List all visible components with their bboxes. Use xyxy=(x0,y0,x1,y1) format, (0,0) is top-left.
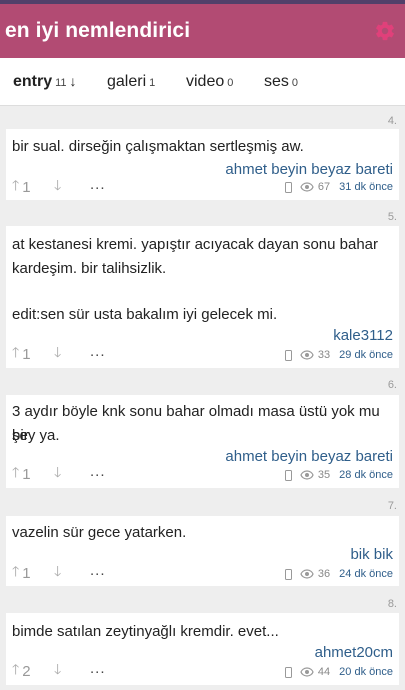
entry-author[interactable]: ahmet beyin beyaz bareti xyxy=(225,448,393,465)
entry-time[interactable]: 20 dk önce xyxy=(339,666,393,678)
tab-galeri-count: 1 xyxy=(149,77,156,89)
upvote-button[interactable]: 🡑 1 xyxy=(12,175,31,199)
more-options-button[interactable]: ... xyxy=(90,562,106,579)
entry-card: bir sual. dirseğin çalışmaktan sertleşmi… xyxy=(6,129,399,200)
more-options-button[interactable]: ... xyxy=(90,660,106,677)
entry-text-line: şey ya. xyxy=(12,427,60,444)
gear-icon[interactable] xyxy=(374,20,396,42)
eye-icon xyxy=(300,470,314,480)
entry-number: 4. xyxy=(387,115,397,127)
arrow-up-icon: 🡑 xyxy=(12,344,20,360)
tab-ses-label: ses xyxy=(264,73,289,90)
entry-card: 3 aydır böyle knk sonu bahar olmadı masa… xyxy=(6,395,399,488)
upvote-button[interactable]: 🡑 1 xyxy=(12,561,31,585)
entry-time[interactable]: 31 dk önce xyxy=(339,181,393,193)
tab-video-count: 0 xyxy=(227,77,234,89)
view-count: 67 xyxy=(317,181,331,193)
downvote-button[interactable]: 🡓 xyxy=(54,659,61,683)
topic-title[interactable]: en iyi nemlendirici xyxy=(5,19,190,43)
arrow-up-icon: 🡑 xyxy=(12,464,20,480)
view-count: 44 xyxy=(317,666,331,678)
tab-ses[interactable]: ses 0 xyxy=(264,73,298,91)
entry-author[interactable]: ahmet beyin beyaz bareti xyxy=(225,161,393,178)
arrow-down-icon[interactable]: ↓ xyxy=(70,73,77,89)
entry-meta: 36 24 dk önce xyxy=(284,568,393,580)
entry-meta: 67 31 dk önce xyxy=(284,181,393,193)
entry-time[interactable]: 24 dk önce xyxy=(339,568,393,580)
more-options-button[interactable]: ... xyxy=(90,176,106,193)
tab-ses-count: 0 xyxy=(291,77,299,89)
arrow-up-icon: 🡑 xyxy=(12,177,20,193)
view-count: 35 xyxy=(317,469,331,481)
upvote-button[interactable]: 🡑 2 xyxy=(12,659,31,683)
entry-text: bir sual. dirseğin çalışmaktan sertleşmi… xyxy=(12,138,304,155)
entry-time[interactable]: 28 dk önce xyxy=(339,469,393,481)
vote-count: 1 xyxy=(22,465,31,483)
mobile-icon xyxy=(284,568,292,580)
entry-text-line: edit:sen sür usta bakalım iyi gelecek mi… xyxy=(12,306,278,323)
tab-galeri[interactable]: galeri 1 xyxy=(107,73,155,91)
eye-icon xyxy=(300,182,314,192)
entry-time[interactable]: 29 dk önce xyxy=(339,349,393,361)
downvote-button[interactable]: 🡓 xyxy=(54,175,61,199)
entry-card: bimde satılan zeytinyağlı kremdir. evet.… xyxy=(6,613,399,685)
more-options-button[interactable]: ... xyxy=(90,343,106,360)
eye-icon xyxy=(300,667,314,677)
vote-count: 2 xyxy=(22,662,31,680)
tab-entry[interactable]: entry 11 ↓ xyxy=(13,73,77,91)
mobile-icon xyxy=(284,666,292,678)
topic-header: en iyi nemlendirici xyxy=(0,4,405,58)
entry-number: 5. xyxy=(387,211,397,223)
upvote-button[interactable]: 🡑 1 xyxy=(12,342,31,366)
entry-author[interactable]: bik bik xyxy=(350,546,393,563)
vote-count: 1 xyxy=(22,345,31,363)
entry-author[interactable]: ahmet20cm xyxy=(315,644,393,661)
tab-entry-count: 11 xyxy=(55,77,67,89)
entry-number: 7. xyxy=(387,500,397,512)
tab-video-label: video xyxy=(186,73,225,90)
entry-number: 6. xyxy=(387,379,397,391)
view-count: 33 xyxy=(317,349,331,361)
entry-text-line: kardeşim. bir talihsizlik. xyxy=(12,260,167,277)
entry-author[interactable]: kale3112 xyxy=(333,327,393,344)
downvote-button[interactable]: 🡓 xyxy=(54,342,61,366)
tab-entry-label: entry xyxy=(13,73,53,90)
eye-icon xyxy=(300,350,314,360)
downvote-button[interactable]: 🡓 xyxy=(54,561,61,585)
vote-count: 1 xyxy=(22,178,31,196)
content-tabs: entry 11 ↓ galeri 1 video 0 ses 0 xyxy=(0,58,405,106)
eye-icon xyxy=(300,569,314,579)
view-count: 36 xyxy=(317,568,331,580)
arrow-up-icon: 🡑 xyxy=(12,563,20,579)
mobile-icon xyxy=(284,349,292,361)
entry-card: vazelin sür gece yatarken. bik bik 🡑 1 🡓 … xyxy=(6,516,399,586)
vote-count: 1 xyxy=(22,564,31,582)
entry-text: bimde satılan zeytinyağlı kremdir. evet.… xyxy=(12,623,279,640)
mobile-icon xyxy=(284,469,292,481)
more-options-button[interactable]: ... xyxy=(90,463,106,480)
upvote-button[interactable]: 🡑 1 xyxy=(12,462,31,486)
entry-text-line: at kestanesi kremi. yapıştır acıyacak da… xyxy=(12,236,379,253)
entry-meta: 33 29 dk önce xyxy=(284,349,393,361)
entry-meta: 35 28 dk önce xyxy=(284,469,393,481)
arrow-up-icon: 🡑 xyxy=(12,661,20,677)
downvote-button[interactable]: 🡓 xyxy=(54,462,61,486)
entry-number: 8. xyxy=(387,598,397,610)
mobile-icon xyxy=(284,181,292,193)
entry-card: at kestanesi kremi. yapıştır acıyacak da… xyxy=(6,226,399,368)
entry-text: vazelin sür gece yatarken. xyxy=(12,524,187,541)
tab-galeri-label: galeri xyxy=(107,73,147,90)
entry-meta: 44 20 dk önce xyxy=(284,666,393,678)
tab-video[interactable]: video 0 xyxy=(186,73,233,91)
